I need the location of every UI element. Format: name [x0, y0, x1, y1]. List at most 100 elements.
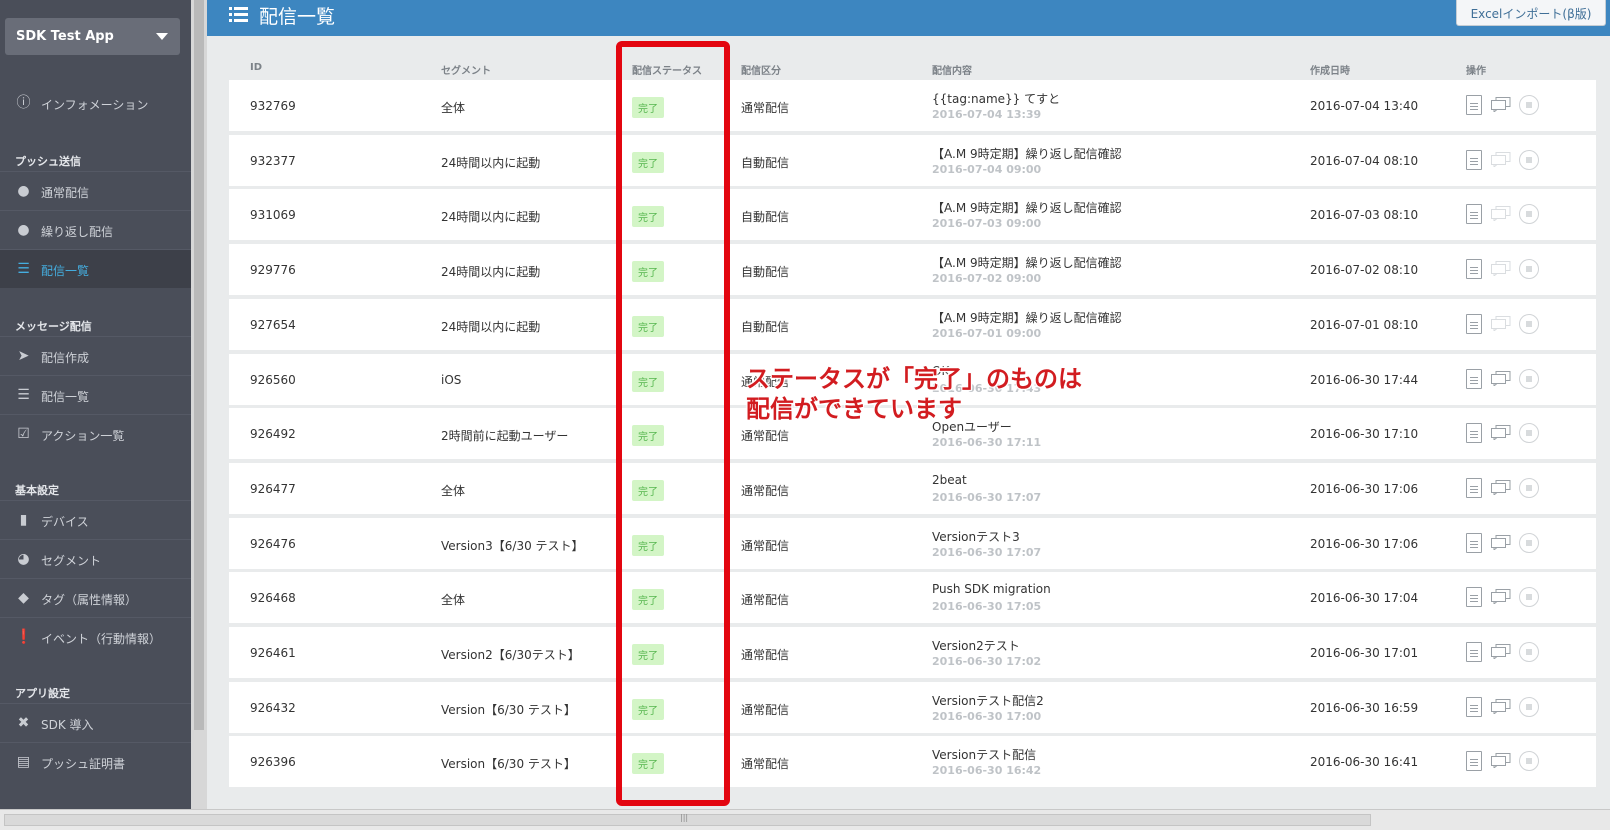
- message-icon[interactable]: [1491, 753, 1511, 768]
- document-icon[interactable]: [1466, 751, 1482, 771]
- stop-icon[interactable]: [1519, 204, 1539, 224]
- sidebar-item-information[interactable]: ⓘ インフォメーション: [0, 84, 191, 123]
- document-icon[interactable]: [1466, 533, 1482, 553]
- cell-id: 926396: [250, 755, 296, 769]
- table-header: ID セグメント 配信ステータス 配信区分 配信内容 作成日時 操作: [229, 54, 1596, 80]
- table-row[interactable]: 926476 Version3【6/30 テスト】 完了 通常配信 Versionテスト…: [229, 518, 1596, 569]
- sidebar-item-tag[interactable]: ◆ タグ（属性情報）: [0, 578, 191, 617]
- stop-icon[interactable]: [1519, 478, 1539, 498]
- cell-content-date: 2016-07-02 09:00: [932, 272, 1042, 285]
- cell-content-date: 2016-06-30 17:11: [932, 436, 1042, 449]
- message-icon[interactable]: [1491, 152, 1511, 167]
- stop-icon[interactable]: [1519, 751, 1539, 771]
- column-header-segment: セグメント: [441, 66, 491, 77]
- table-row[interactable]: 929776 24時間以内に起動 完了 自動配信 【A.M 9時定期】繰り返し配信確認 2…: [229, 244, 1596, 295]
- sidebar-item-event[interactable]: ❗ イベント（行動情報）: [0, 617, 191, 656]
- stop-icon[interactable]: [1519, 369, 1539, 389]
- list-icon: [229, 7, 248, 22]
- message-icon[interactable]: [1491, 371, 1511, 386]
- document-icon[interactable]: [1466, 204, 1482, 224]
- sidebar-item-device[interactable]: ▮ デバイス: [0, 500, 191, 539]
- cell-kind: 自動配信: [741, 265, 790, 279]
- horizontal-scrollbar[interactable]: |||: [0, 809, 1610, 830]
- message-icon[interactable]: [1491, 480, 1511, 495]
- cell-segment: Version【6/30 テスト】: [441, 703, 576, 717]
- table-row[interactable]: 931069 24時間以内に起動 完了 自動配信 【A.M 9時定期】繰り返し配信確認 2…: [229, 189, 1596, 240]
- stop-icon[interactable]: [1519, 314, 1539, 334]
- message-icon[interactable]: [1491, 261, 1511, 276]
- cell-content-title[interactable]: Versionテスト3: [932, 528, 1020, 545]
- stop-icon[interactable]: [1519, 423, 1539, 443]
- sidebar-item-push-certificate[interactable]: ▤ プッシュ証明書: [0, 742, 191, 781]
- column-header-created: 作成日時: [1310, 66, 1350, 77]
- sidebar-section-app: アプリ設定: [15, 687, 70, 700]
- document-icon[interactable]: [1466, 587, 1482, 607]
- cell-content-title[interactable]: Push SDK migration: [932, 582, 1051, 596]
- stop-icon[interactable]: [1519, 95, 1539, 115]
- document-icon[interactable]: [1466, 423, 1482, 443]
- table-row[interactable]: 926396 Version【6/30 テスト】 完了 通常配信 Versionテスト配…: [229, 736, 1596, 787]
- message-icon[interactable]: [1491, 97, 1511, 112]
- app-selector[interactable]: SDK Test App: [5, 18, 180, 55]
- certificate-icon: ▤: [16, 754, 31, 770]
- table-row[interactable]: 932377 24時間以内に起動 完了 自動配信 【A.M 9時定期】繰り返し配信確認 2…: [229, 135, 1596, 186]
- row-actions: [1466, 95, 1542, 117]
- document-icon[interactable]: [1466, 478, 1482, 498]
- stop-icon[interactable]: [1519, 259, 1539, 279]
- stop-icon[interactable]: [1519, 697, 1539, 717]
- table-row[interactable]: 926477 全体 完了 通常配信 2beat 2016-06-30 17:07 2016-…: [229, 463, 1596, 514]
- cell-id: 926477: [250, 482, 296, 496]
- message-icon[interactable]: [1491, 644, 1511, 659]
- cell-content-title[interactable]: Versionテスト配信2: [932, 692, 1044, 709]
- message-icon[interactable]: [1491, 535, 1511, 550]
- message-icon[interactable]: [1491, 425, 1511, 440]
- cell-content-title[interactable]: Version2テスト: [932, 637, 1020, 654]
- sidebar-item-label: 通常配信: [41, 186, 90, 200]
- table-row[interactable]: 926432 Version【6/30 テスト】 完了 通常配信 Versionテスト配…: [229, 682, 1596, 733]
- message-icon[interactable]: [1491, 699, 1511, 714]
- sidebar-item-message-create[interactable]: ➤ 配信作成: [0, 336, 191, 375]
- sidebar-item-label: インフォメーション: [41, 98, 149, 112]
- cell-content-title[interactable]: 2beat: [932, 473, 967, 487]
- cell-content-title[interactable]: {{tag:name}} てすと: [932, 90, 1060, 107]
- cell-id: 926560: [250, 373, 296, 387]
- row-actions: [1466, 150, 1542, 172]
- list-icon: ☰: [17, 261, 30, 277]
- cell-content-title[interactable]: Versionテスト配信: [932, 746, 1036, 763]
- message-icon[interactable]: [1491, 589, 1511, 604]
- stop-icon[interactable]: [1519, 642, 1539, 662]
- cell-content-title[interactable]: 【A.M 9時定期】繰り返し配信確認: [932, 145, 1122, 162]
- message-icon[interactable]: [1491, 206, 1511, 221]
- sidebar-item-normal-push[interactable]: ● 通常配信: [0, 171, 191, 210]
- table-row[interactable]: 932769 全体 完了 通常配信 {{tag:name}} てすと 2016-07-04…: [229, 80, 1596, 131]
- sidebar-item-push-list[interactable]: ☰ 配信一覧: [0, 249, 191, 288]
- cell-content-title[interactable]: 【A.M 9時定期】繰り返し配信確認: [932, 254, 1122, 271]
- sidebar-item-repeat-push[interactable]: ● 繰り返し配信: [0, 210, 191, 249]
- document-icon[interactable]: [1466, 314, 1482, 334]
- sidebar-scrollbar[interactable]: [191, 0, 207, 809]
- stop-icon[interactable]: [1519, 587, 1539, 607]
- sidebar-item-segment[interactable]: ◕ セグメント: [0, 539, 191, 578]
- document-icon[interactable]: [1466, 95, 1482, 115]
- sidebar-item-sdk[interactable]: ✖ SDK 導入: [0, 703, 191, 742]
- sidebar-scrollbar-thumb[interactable]: [194, 0, 204, 730]
- cell-content-title[interactable]: 【A.M 9時定期】繰り返し配信確認: [932, 199, 1122, 216]
- table-row[interactable]: 927654 24時間以内に起動 完了 自動配信 【A.M 9時定期】繰り返し配信確認 2…: [229, 299, 1596, 350]
- stop-icon[interactable]: [1519, 533, 1539, 553]
- document-icon[interactable]: [1466, 642, 1482, 662]
- paper-plane-icon: ➤: [17, 348, 30, 364]
- document-icon[interactable]: [1466, 259, 1482, 279]
- document-icon[interactable]: [1466, 697, 1482, 717]
- message-icon[interactable]: [1491, 316, 1511, 331]
- document-icon[interactable]: [1466, 369, 1482, 389]
- sidebar-item-message-list[interactable]: ☰ 配信一覧: [0, 375, 191, 414]
- sidebar-item-action-list[interactable]: ☑ アクション一覧: [0, 414, 191, 453]
- column-header-kind: 配信区分: [741, 66, 781, 77]
- cell-content-title[interactable]: 【A.M 9時定期】繰り返し配信確認: [932, 309, 1122, 326]
- column-header-id: ID: [250, 62, 263, 73]
- stop-icon[interactable]: [1519, 150, 1539, 170]
- excel-import-button[interactable]: Excelインポート(β版): [1456, 0, 1606, 26]
- table-row[interactable]: 926468 全体 完了 通常配信 Push SDK migration 2016-06-…: [229, 572, 1596, 623]
- table-row[interactable]: 926461 Version2【6/30テスト】 完了 通常配信 Version2テスト…: [229, 627, 1596, 678]
- document-icon[interactable]: [1466, 150, 1482, 170]
